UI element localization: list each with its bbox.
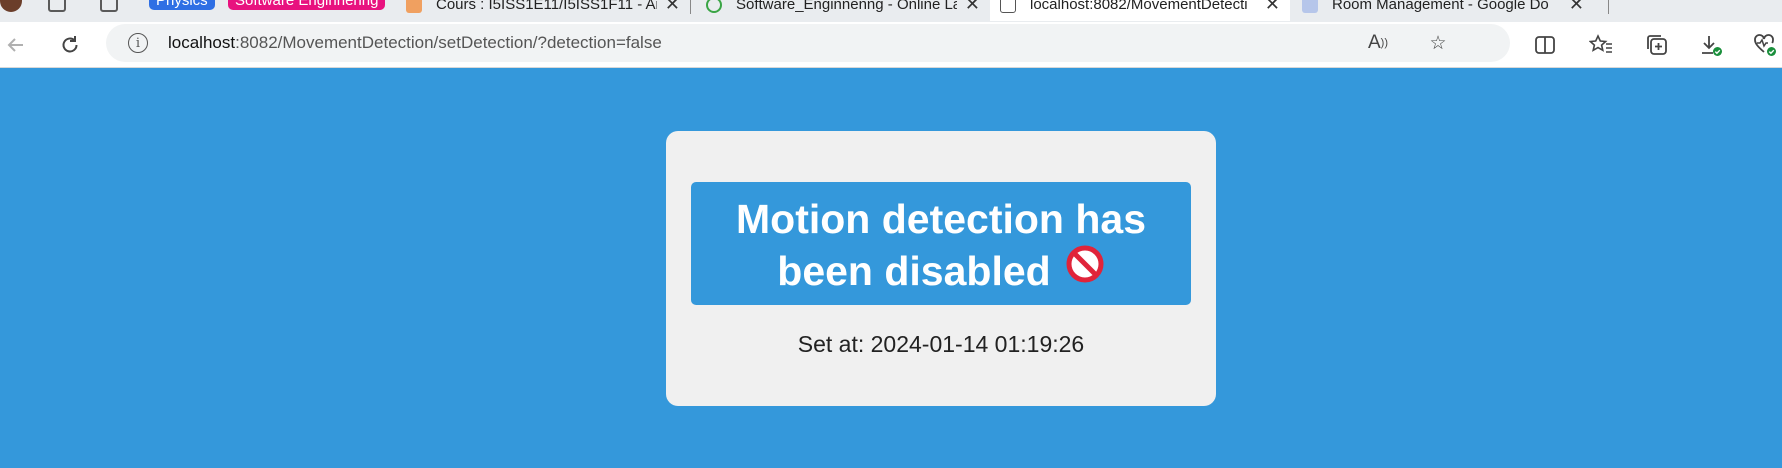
tab-title: Room Management - Google Do <box>1332 0 1549 13</box>
favorites-icon[interactable] <box>1586 22 1616 68</box>
close-icon[interactable]: ✕ <box>1569 0 1584 15</box>
tab-strip: Physics Software Enginnenng Cours : I5IS… <box>0 0 1782 22</box>
tab-title: localhost:8082/MovementDetecti <box>1030 0 1248 13</box>
tab-title: Software_Enginnenng - Online La <box>736 0 957 13</box>
profile-avatar[interactable] <box>0 0 22 12</box>
close-icon[interactable]: ✕ <box>1265 0 1280 15</box>
collections-icon[interactable] <box>1642 22 1672 68</box>
address-bar[interactable]: i localhost:8082/MovementDetection/setDe… <box>106 24 1510 62</box>
downloads-icon[interactable] <box>1696 22 1726 68</box>
close-icon[interactable]: ✕ <box>965 0 980 15</box>
workspaces-icon[interactable] <box>48 0 66 12</box>
split-screen-icon[interactable] <box>1530 22 1560 68</box>
tab-overleaf[interactable]: Software_Enginnenng - Online La ✕ <box>696 0 990 21</box>
moodle-icon <box>406 0 422 13</box>
site-info-icon[interactable]: i <box>128 33 148 53</box>
tab-localhost-active[interactable]: localhost:8082/MovementDetecti ✕ <box>990 0 1290 21</box>
tab-group-software-engineering[interactable]: Software Enginnenng <box>228 0 386 10</box>
page-icon <box>1000 0 1016 13</box>
url-path: :8082/MovementDetection/setDetection/?de… <box>235 33 662 52</box>
overleaf-icon <box>706 0 722 13</box>
tab-actions-icon[interactable] <box>100 0 118 12</box>
back-icon[interactable] <box>0 22 32 68</box>
google-docs-icon <box>1302 0 1318 13</box>
status-banner: Motion detection has been disabled <box>691 182 1191 305</box>
url-host: localhost <box>168 33 236 52</box>
url-text[interactable]: localhost:8082/MovementDetection/setDete… <box>168 33 662 53</box>
tab-group-physics[interactable]: Physics <box>149 0 215 10</box>
tab-room-management[interactable]: Room Management - Google Do ✕ <box>1292 0 1594 21</box>
browser-toolbar: i localhost:8082/MovementDetection/setDe… <box>0 22 1782 68</box>
browser-essentials-icon[interactable] <box>1750 22 1780 68</box>
tab-cours-arch[interactable]: Cours : I5ISS1E11/I5ISS1F11 - Arch ✕ <box>396 0 690 21</box>
refresh-icon[interactable] <box>56 22 84 68</box>
tab-separator <box>1608 0 1609 14</box>
no-entry-icon <box>1065 244 1105 296</box>
timestamp-text: Set at: 2024-01-14 01:19:26 <box>797 331 1085 357</box>
tab-title: Cours : I5ISS1E11/I5ISS1F11 - Arch <box>436 0 657 13</box>
tab-separator <box>690 0 691 14</box>
read-aloud-icon[interactable]: A)) <box>1360 24 1396 62</box>
favorite-star-icon[interactable]: ☆ <box>1420 24 1456 62</box>
status-card: Motion detection has been disabled Set a… <box>666 131 1216 406</box>
close-icon[interactable]: ✕ <box>665 0 680 15</box>
